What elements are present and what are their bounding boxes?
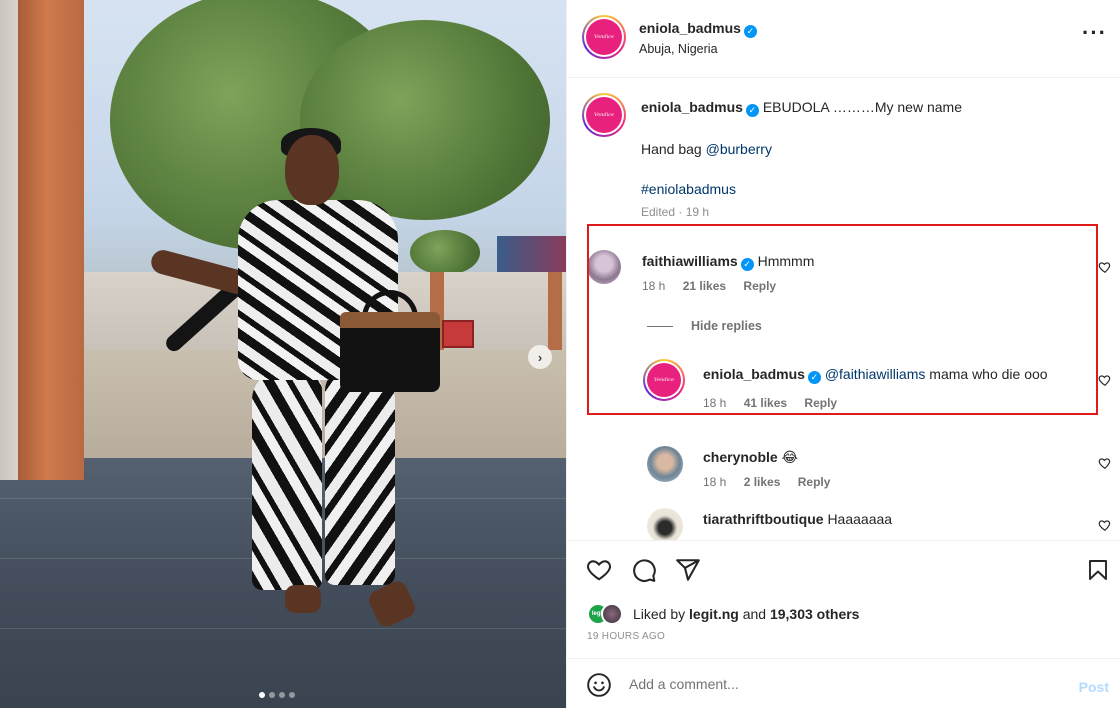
reply-text: 😂 — [781, 449, 798, 465]
post-timestamp[interactable]: 19 HOURS AGO — [587, 631, 665, 642]
photo-foot — [365, 578, 419, 630]
photo-leg — [325, 370, 395, 585]
reply-avatar[interactable] — [647, 446, 683, 482]
carousel-dots — [259, 692, 295, 698]
reply-avatar[interactable] — [647, 508, 683, 540]
reply-username[interactable]: cherynoble — [703, 449, 778, 465]
carousel-next-button[interactable]: › — [528, 345, 552, 369]
author-username[interactable]: eniola_badmus — [639, 20, 741, 36]
caption-avatar-logo: Vendice — [586, 97, 622, 133]
like-comment-icon[interactable] — [1098, 518, 1112, 532]
comment-icon[interactable] — [631, 557, 657, 583]
liked-by-prefix: Liked by — [633, 606, 690, 622]
photo-foot — [285, 585, 321, 613]
liked-by-middle: and — [738, 606, 770, 622]
bookmark-icon[interactable] — [1086, 557, 1110, 583]
photo-face — [285, 135, 339, 205]
likes-count[interactable]: 19,303 others — [770, 606, 860, 622]
reply-time: 18 h — [703, 475, 727, 489]
post-caption: eniola_badmus ✓ EBUDOLA ………My new name Ha… — [641, 97, 1101, 219]
reply-comment: tiarathriftboutique Haaaaaaa — [703, 509, 892, 529]
photo-arm — [148, 247, 252, 297]
reply-username[interactable]: tiarathriftboutique — [703, 511, 824, 527]
photo-handbag — [340, 312, 440, 392]
post-location[interactable]: Abuja, Nigeria — [639, 42, 718, 56]
verified-icon: ✓ — [745, 104, 759, 117]
liker-avatar[interactable] — [601, 603, 623, 625]
caption-text: EBUDOLA ………My new name — [762, 99, 962, 115]
post-actions: legit Liked by legit.ng and 19,303 other… — [567, 540, 1120, 658]
post-panel: Vendice eniola_badmus ✓ Abuja, Nigeria ··… — [566, 0, 1120, 708]
author-avatar[interactable]: Vendice — [582, 15, 626, 59]
add-comment-bar: Post — [567, 658, 1120, 708]
caption-avatar[interactable]: Vendice — [582, 93, 626, 137]
reply-likes[interactable]: 2 likes — [744, 475, 781, 489]
caption-username[interactable]: eniola_badmus — [641, 99, 743, 115]
mention-link[interactable]: @burberry — [706, 141, 772, 157]
like-comment-icon[interactable] — [1098, 373, 1112, 387]
author-avatar-logo: Vendice — [586, 19, 622, 55]
post-header: Vendice eniola_badmus ✓ Abuja, Nigeria ··… — [567, 0, 1120, 78]
carousel-dot — [279, 692, 285, 698]
carousel-dot — [289, 692, 295, 698]
carousel-dot — [269, 692, 275, 698]
like-comment-icon[interactable] — [1098, 456, 1112, 470]
likes-summary: legit Liked by legit.ng and 19,303 other… — [587, 603, 859, 625]
verified-icon: ✓ — [743, 25, 757, 38]
photo-person — [0, 0, 566, 708]
reply-comment: cherynoble 😂 18 h 2 likes Reply — [703, 447, 844, 489]
reply-text: Haaaaaaa — [827, 511, 893, 527]
share-icon[interactable] — [675, 557, 701, 583]
like-heart-icon[interactable] — [586, 557, 612, 583]
like-comment-icon[interactable] — [1098, 260, 1112, 274]
more-options-icon[interactable]: ··· — [1082, 20, 1107, 46]
comment-input[interactable] — [629, 673, 1049, 695]
carousel-dot — [259, 692, 265, 698]
emoji-icon[interactable] — [586, 672, 612, 698]
liked-by-user[interactable]: legit.ng — [689, 606, 739, 622]
hashtag-link[interactable]: #eniolabadmus — [641, 179, 1101, 199]
comments-scroll[interactable]: Vendice eniola_badmus ✓ EBUDOLA ………My new… — [567, 79, 1120, 540]
caption-line2: Hand bag — [641, 141, 706, 157]
reply-button[interactable]: Reply — [798, 475, 831, 489]
post-comment-button[interactable]: Post — [1079, 679, 1109, 695]
caption-edited: Edited · 19 h — [641, 205, 710, 219]
highlight-annotation-box — [587, 224, 1098, 415]
photo-leg — [252, 370, 322, 590]
post-photo[interactable]: › — [0, 0, 566, 708]
